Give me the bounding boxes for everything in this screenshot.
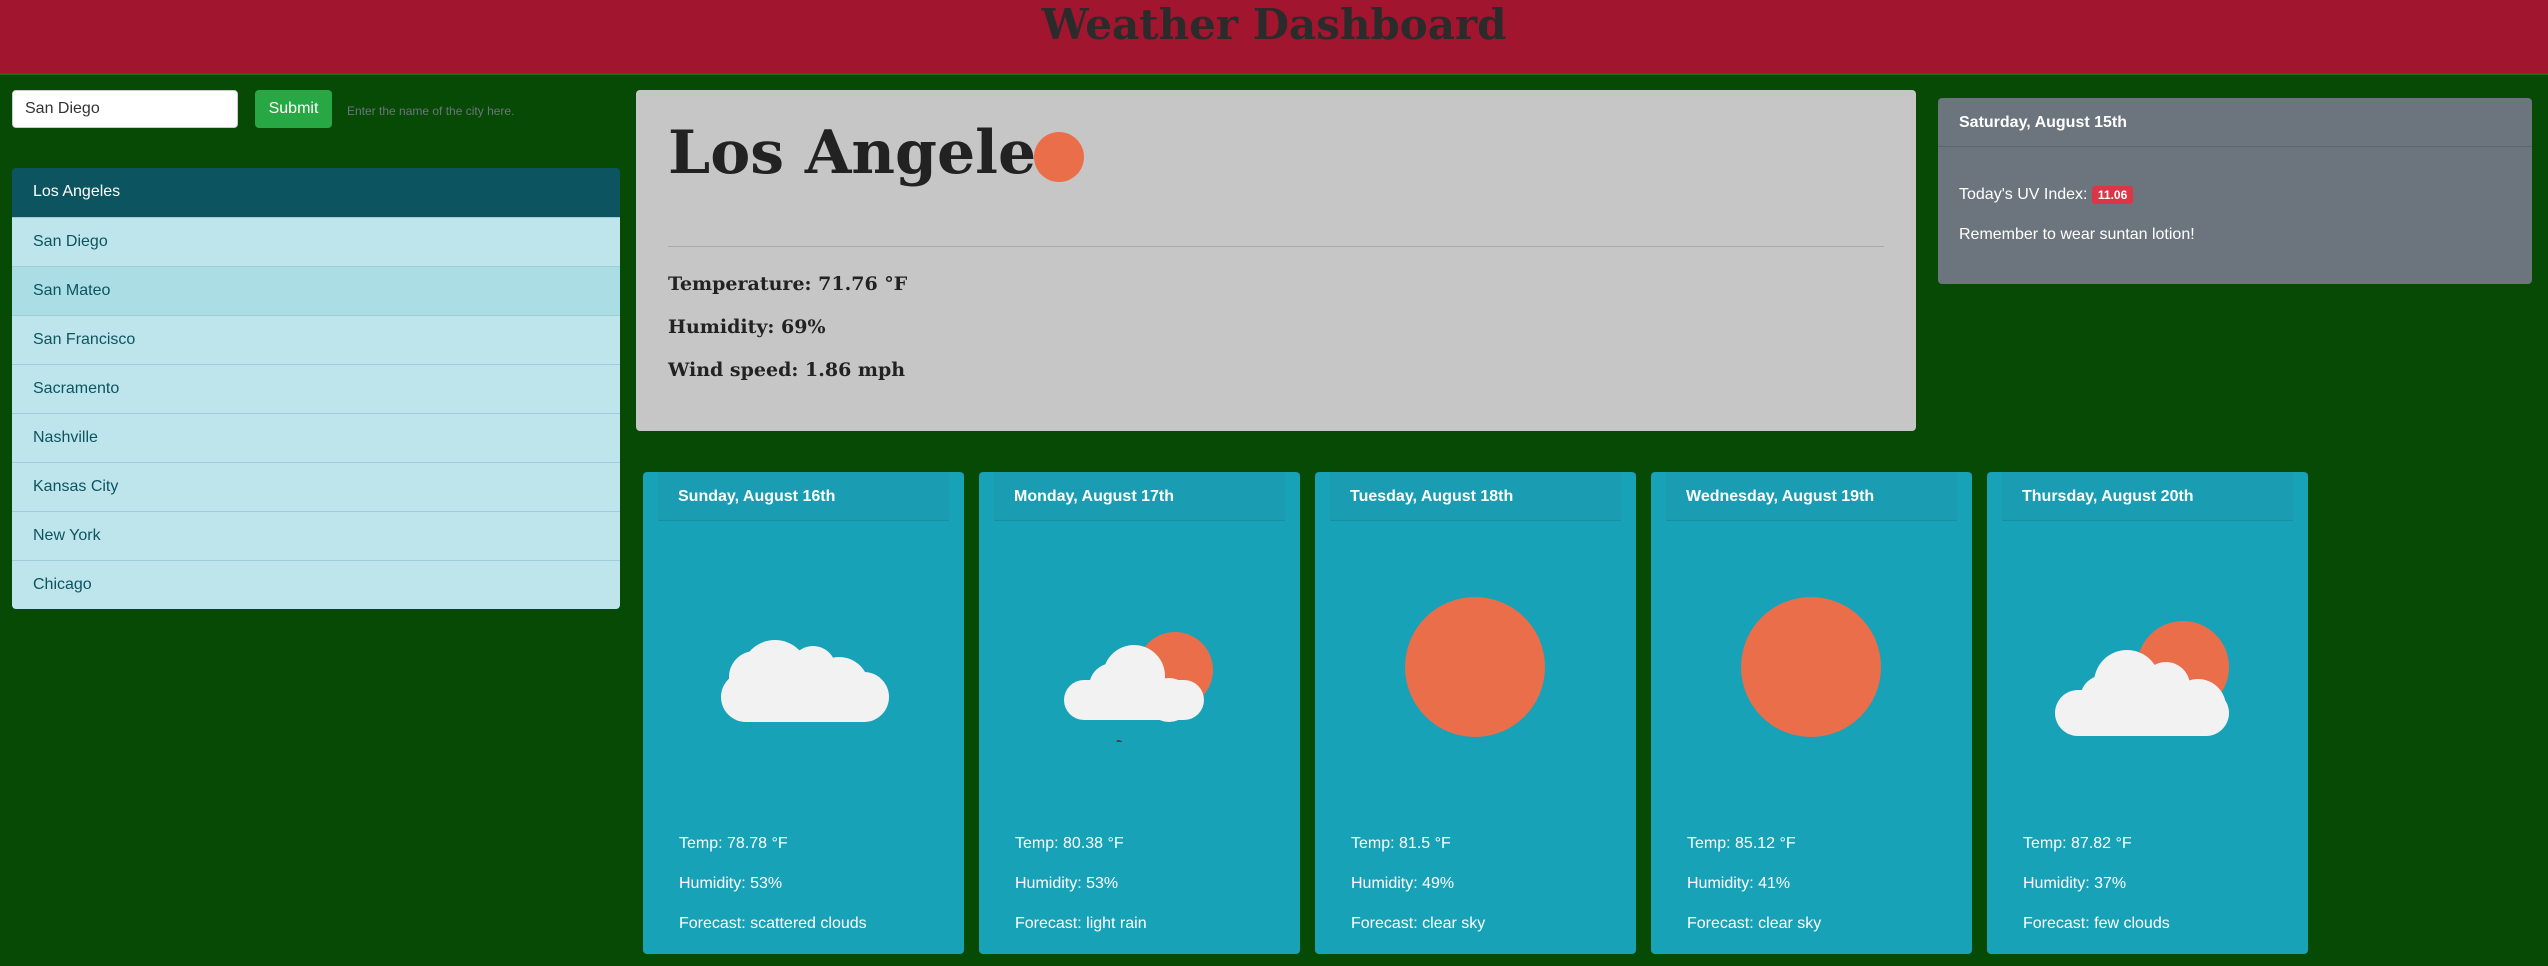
city-item[interactable]: Los Angeles <box>12 168 620 217</box>
uv-index-label: Today's UV Index: <box>1959 186 2088 204</box>
city-item[interactable]: Kansas City <box>12 462 620 511</box>
forecast-humidity: Humidity: 49% <box>1351 875 1455 892</box>
forecast-card: Sunday, August 16th Temp: 78.78 °F Humid… <box>643 472 964 954</box>
uv-index-line: Today's UV Index: 11.06 <box>1959 186 2134 204</box>
forecast-temp: Temp: 78.78 °F <box>679 835 788 852</box>
city-item[interactable]: Chicago <box>12 560 620 609</box>
rain-icon <box>1064 632 1213 742</box>
forecast-card: Thursday, August 20th Temp: 87.82 °F Hum… <box>1987 472 2308 954</box>
city-history-list: Los Angeles San Diego San Mateo San Fran… <box>12 168 620 609</box>
forecast-temp: Temp: 81.5 °F <box>1351 835 1451 852</box>
search-help-text: Enter the name of the city here. <box>347 104 515 118</box>
sun-icon <box>1405 597 1545 737</box>
submit-button[interactable]: Submit <box>255 90 332 128</box>
forecast-description: Forecast: scattered clouds <box>679 915 867 932</box>
forecast-description: Forecast: clear sky <box>1687 915 1822 932</box>
city-item[interactable]: New York <box>12 511 620 560</box>
forecast-temp: Temp: 80.38 °F <box>1015 835 1124 852</box>
forecast-card: Wednesday, August 19th Temp: 85.12 °F Hu… <box>1651 472 1972 954</box>
city-item[interactable]: San Francisco <box>12 315 620 364</box>
uv-card-date: Saturday, August 15th <box>1938 98 2532 147</box>
forecast-temp: Temp: 85.12 °F <box>1687 835 1796 852</box>
current-temperature: Temperature: 71.76 °F <box>668 273 908 295</box>
sun-icon <box>1034 132 1084 182</box>
current-weather-card: Los Angeles Temperature: 71.76 °F Humidi… <box>636 90 1916 431</box>
forecast-date: Wednesday, August 19th <box>1666 472 1957 521</box>
forecast-description: Forecast: clear sky <box>1351 915 1486 932</box>
current-humidity: Humidity: 69% <box>668 316 826 338</box>
current-wind-speed: Wind speed: 1.86 mph <box>668 359 906 381</box>
divider <box>668 246 1884 247</box>
forecast-date: Tuesday, August 18th <box>1330 472 1621 521</box>
forecast-date: Thursday, August 20th <box>2002 472 2293 521</box>
forecast-card: Tuesday, August 18th Temp: 81.5 °F Humid… <box>1315 472 1636 954</box>
forecast-humidity: Humidity: 41% <box>1687 875 1791 892</box>
city-item[interactable]: San Mateo <box>12 266 620 315</box>
page-title: Weather Dashboard <box>1041 0 1507 49</box>
uv-index-badge: 11.06 <box>2091 186 2134 204</box>
partly-cloudy-icon <box>2055 621 2229 736</box>
current-city-name: Los Angeles <box>668 118 1070 188</box>
forecast-temp: Temp: 87.82 °F <box>2023 835 2132 852</box>
forecast-description: Forecast: light rain <box>1015 915 1147 932</box>
forecast-description: Forecast: few clouds <box>2023 915 2170 932</box>
forecast-humidity: Humidity: 53% <box>679 875 783 892</box>
city-item[interactable]: Sacramento <box>12 364 620 413</box>
sun-icon <box>1741 597 1881 737</box>
city-item[interactable]: Nashville <box>12 413 620 462</box>
forecast-date: Monday, August 17th <box>994 472 1285 521</box>
forecast-date: Sunday, August 16th <box>658 472 949 521</box>
uv-note: Remember to wear suntan lotion! <box>1959 226 2195 243</box>
forecast-humidity: Humidity: 53% <box>1015 875 1119 892</box>
cloud-icon <box>721 640 889 722</box>
forecast-humidity: Humidity: 37% <box>2023 875 2127 892</box>
forecast-card: Monday, August 17th Temp: 80.38 °F Humid… <box>979 472 1300 954</box>
page-header: Weather Dashboard <box>0 0 2548 75</box>
uv-index-card: Saturday, August 15th Today's UV Index: … <box>1938 98 2532 284</box>
city-item[interactable]: San Diego <box>12 217 620 266</box>
city-search-input[interactable] <box>12 90 238 128</box>
